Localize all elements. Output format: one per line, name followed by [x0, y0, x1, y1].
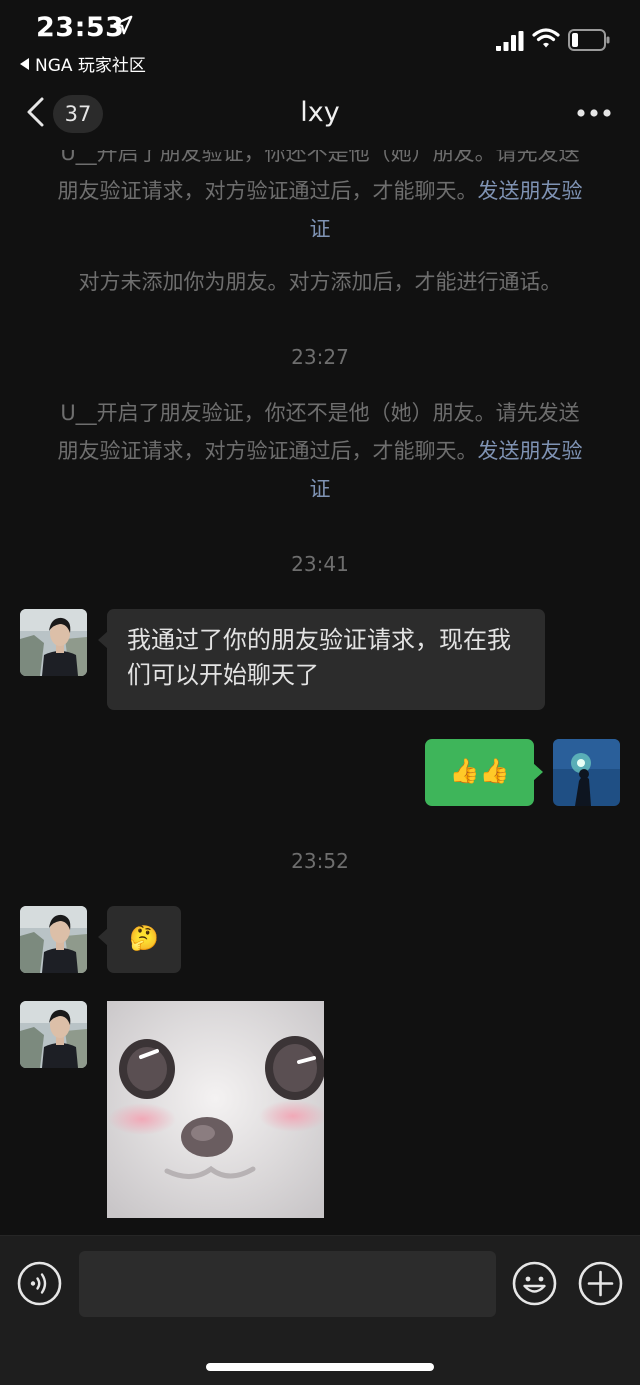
message-timestamp: 23:27: [291, 345, 349, 369]
battery-icon: [568, 29, 610, 51]
my-message-bubble[interactable]: 👍👍: [425, 739, 543, 806]
more-icon[interactable]: [576, 108, 612, 118]
message-timestamp: 23:52: [291, 849, 349, 873]
cat-face-image: [107, 1001, 324, 1218]
voice-icon[interactable]: [17, 1261, 62, 1306]
message-input-bar: [0, 1235, 640, 1385]
friend-avatar[interactable]: [20, 906, 87, 973]
message-list[interactable]: U__开启了朋友验证，你还不是他（她）朋友。请先发送朋友验证请求，对方验证通过后…: [0, 130, 640, 1235]
my-avatar-image: [553, 739, 620, 806]
chat-title: lxy: [300, 97, 340, 128]
friend-avatar-image: [20, 1001, 87, 1068]
location-arrow-icon: [113, 15, 133, 35]
system-notice: U__开启了朋友验证，你还不是他（她）朋友。请先发送朋友验证请求，对方验证通过后…: [50, 134, 590, 248]
status-bar: 23:53 NGA 玩家社区: [0, 0, 640, 80]
friend-message-bubble[interactable]: 我通过了你的朋友验证请求，现在我们可以开始聊天了: [98, 609, 545, 710]
back-to-app-link[interactable]: NGA 玩家社区: [20, 51, 146, 76]
system-notice: 对方未添加你为朋友。对方添加后，才能进行通话。: [50, 263, 590, 301]
message-timestamp: 23:41: [291, 552, 349, 576]
friend-avatar[interactable]: [20, 609, 87, 676]
plus-icon[interactable]: [578, 1261, 623, 1306]
back-triangle-icon: [20, 57, 29, 70]
cat-sticker-image[interactable]: [107, 1001, 324, 1218]
signal-icon: [496, 31, 524, 51]
emoji-icon[interactable]: [512, 1261, 557, 1306]
notice-text: 对方未添加你为朋友。对方添加后，才能进行通话。: [78, 270, 562, 294]
chat-screen: 23:53 NGA 玩家社区 37 lxy U__开启了朋友验证，你还不是他（她…: [0, 0, 640, 1385]
wifi-icon: [532, 28, 560, 48]
friend-avatar[interactable]: [20, 1001, 87, 1068]
home-indicator[interactable]: [206, 1363, 434, 1371]
chat-nav-bar: 37 lxy: [0, 80, 640, 150]
message-text: 🤔: [129, 924, 159, 952]
system-notice: U__开启了朋友验证，你还不是他（她）朋友。请先发送朋友验证请求，对方验证通过后…: [50, 394, 590, 508]
message-text: 我通过了你的朋友验证请求，现在我们可以开始聊天了: [127, 626, 511, 689]
friend-message-bubble[interactable]: 🤔: [98, 906, 181, 973]
message-input[interactable]: [79, 1251, 496, 1317]
friend-avatar-image: [20, 609, 87, 676]
message-text: 👍👍: [449, 757, 510, 785]
back-app-label: NGA 玩家社区: [35, 56, 146, 76]
my-avatar[interactable]: [553, 739, 620, 806]
friend-avatar-image: [20, 906, 87, 973]
